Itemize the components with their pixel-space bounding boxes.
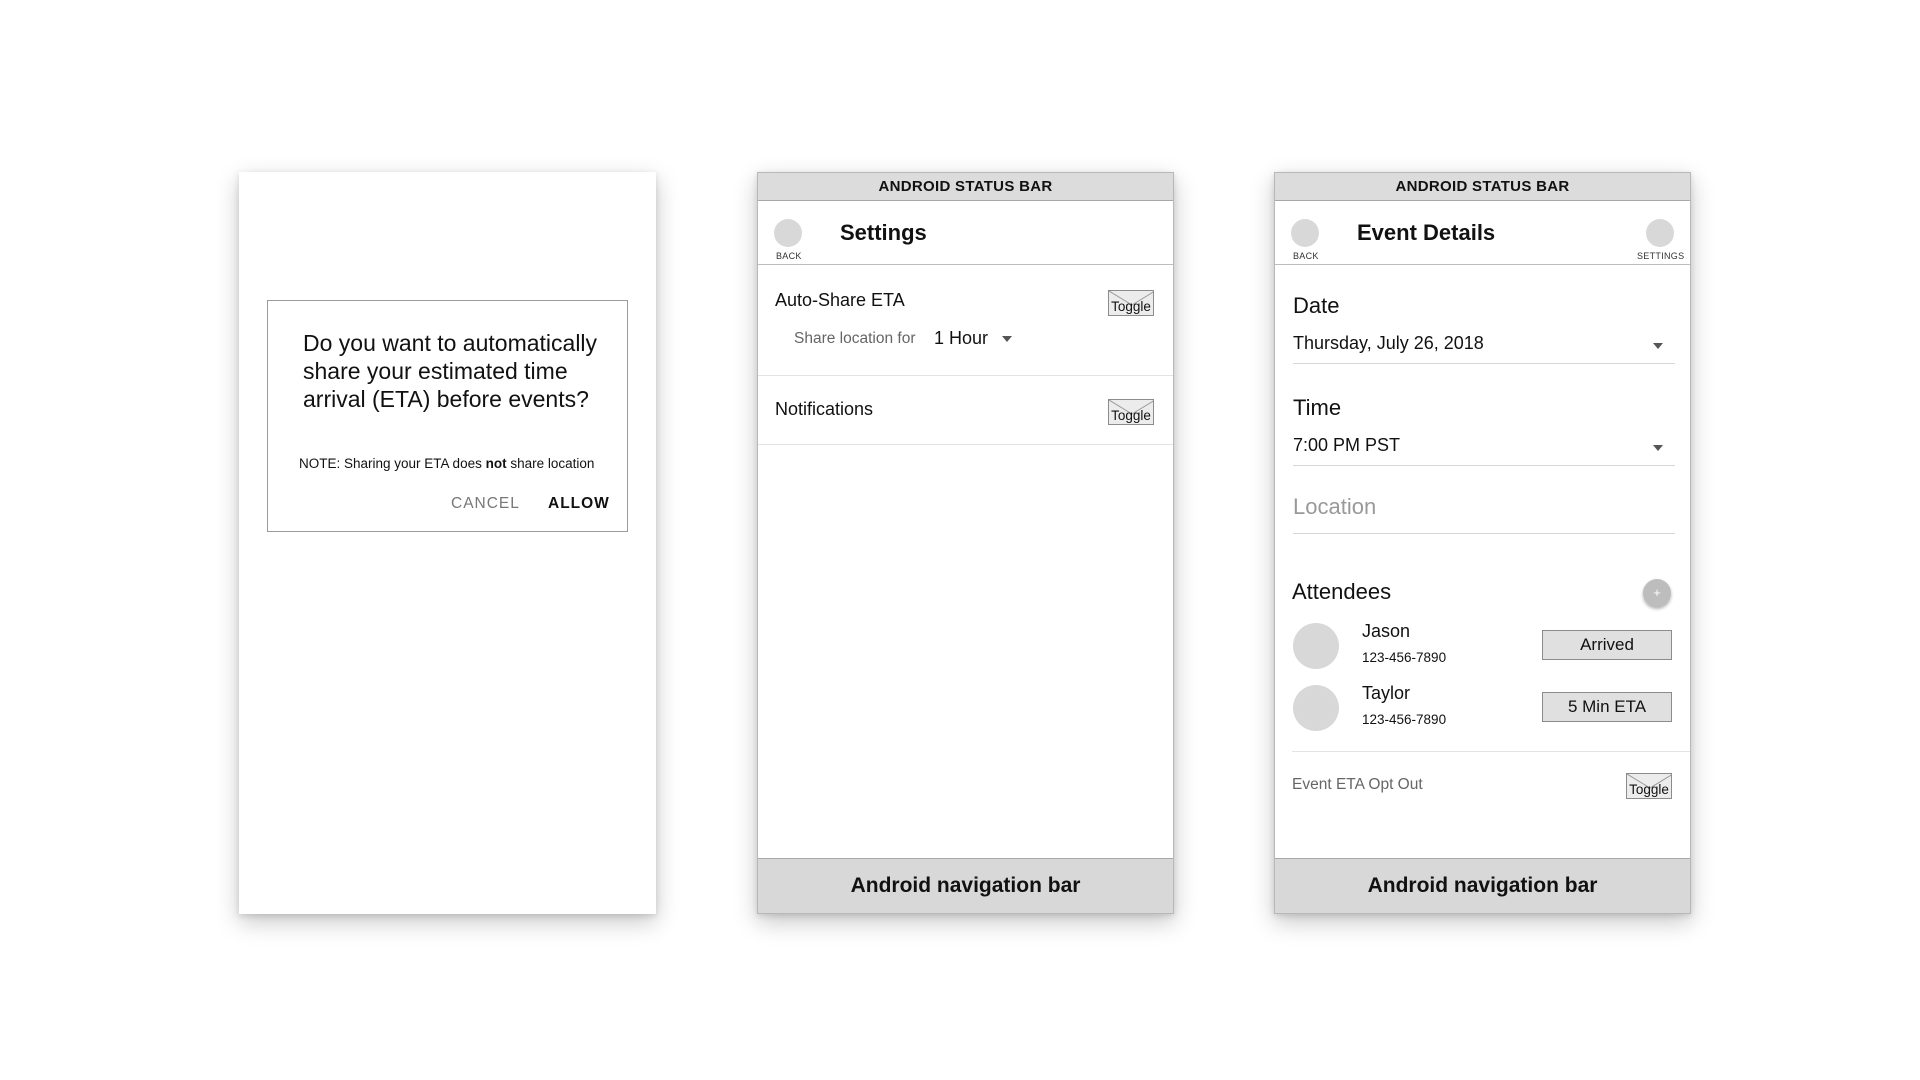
toggle-label: Toggle — [1629, 782, 1669, 797]
share-duration-value: 1 Hour — [934, 328, 989, 348]
toggle-label: Toggle — [1111, 299, 1151, 314]
permission-dialog-screen: Do you want to automatically share your … — [239, 172, 656, 914]
avatar — [1293, 623, 1339, 669]
divider — [758, 444, 1173, 445]
attendees-label: Attendees — [1292, 579, 1392, 604]
app-bar: BACK Event Details SETTINGS — [1275, 201, 1690, 265]
dialog-note: NOTE: Sharing your ETA does not share lo… — [299, 456, 595, 471]
dialog-note-emphasis: not — [485, 456, 507, 471]
time-label: Time — [1293, 395, 1342, 420]
date-select[interactable]: Thursday, July 26, 2018 — [1293, 329, 1675, 364]
cancel-button[interactable]: CANCEL — [451, 495, 520, 513]
avatar — [1293, 685, 1339, 731]
app-bar: BACK Settings — [758, 201, 1173, 265]
navigation-bar: Android navigation bar — [1275, 858, 1690, 913]
caret-down-icon — [1653, 343, 1663, 349]
add-attendee-button[interactable]: + — [1643, 579, 1671, 607]
time-value: 7:00 PM PST — [1293, 435, 1401, 455]
page-title: Settings — [840, 220, 927, 245]
back-caption: BACK — [1293, 251, 1319, 261]
navigation-bar: Android navigation bar — [758, 858, 1173, 913]
attendee-name: Jason — [1362, 621, 1411, 641]
notifications-toggle[interactable]: Toggle — [1108, 399, 1154, 425]
settings-screen: ANDROID STATUS BAR BACK Settings Auto-Sh… — [757, 172, 1174, 914]
settings-button[interactable] — [1646, 219, 1674, 247]
allow-button[interactable]: ALLOW — [548, 495, 610, 513]
event-eta-opt-out-toggle[interactable]: Toggle — [1626, 773, 1672, 799]
attendee-status-button[interactable]: Arrived — [1542, 630, 1672, 660]
settings-caption: SETTINGS — [1637, 251, 1685, 261]
attendee-status-button[interactable]: 5 Min ETA — [1542, 692, 1672, 722]
share-duration-dropdown[interactable]: 1 Hour — [934, 328, 1013, 349]
divider — [758, 375, 1173, 376]
event-details-screen: ANDROID STATUS BAR BACK Event Details SE… — [1274, 172, 1691, 914]
caret-down-icon — [1002, 335, 1013, 342]
caret-down-icon — [1653, 445, 1663, 451]
dialog-message: Do you want to automatically share your … — [303, 330, 598, 412]
status-bar: ANDROID STATUS BAR — [1275, 173, 1690, 201]
page-title: Event Details — [1357, 220, 1496, 245]
notifications-label: Notifications — [775, 399, 874, 419]
divider — [1292, 751, 1690, 752]
attendee-phone: 123-456-7890 — [1362, 712, 1447, 727]
date-value: Thursday, July 26, 2018 — [1293, 333, 1484, 353]
status-bar: ANDROID STATUS BAR — [758, 173, 1173, 201]
share-location-label: Share location for — [794, 330, 916, 347]
attendee-name: Taylor — [1362, 683, 1411, 703]
toggle-label: Toggle — [1111, 408, 1151, 423]
auto-share-eta-label: Auto-Share ETA — [775, 290, 905, 310]
event-eta-opt-out-label: Event ETA Opt Out — [1292, 776, 1423, 793]
location-input[interactable] — [1293, 481, 1675, 534]
back-caption: BACK — [776, 251, 802, 261]
time-select[interactable]: 7:00 PM PST — [1293, 431, 1675, 466]
share-eta-dialog: Do you want to automatically share your … — [267, 300, 628, 532]
back-button[interactable] — [774, 219, 802, 247]
auto-share-eta-toggle[interactable]: Toggle — [1108, 290, 1154, 316]
date-label: Date — [1293, 293, 1340, 318]
back-button[interactable] — [1291, 219, 1319, 247]
attendee-phone: 123-456-7890 — [1362, 650, 1447, 665]
